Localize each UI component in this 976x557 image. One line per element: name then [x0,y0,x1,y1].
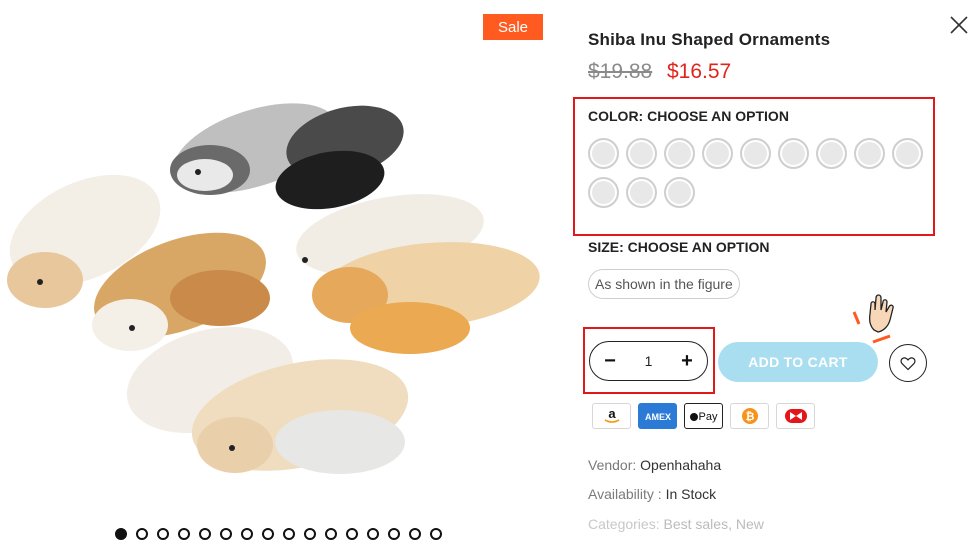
size-label: SIZE: CHOOSE AN OPTION [588,239,770,255]
vendor-label: Vendor: [588,457,637,473]
sale-price: $16.57 [667,60,732,83]
svg-text:AMEX: AMEX [644,412,670,422]
categories-label: Categories: [588,516,660,532]
apple-pay-icon: Pay [684,403,723,429]
categories-value[interactable]: Best sales, New [663,516,763,532]
slide-dot[interactable] [304,528,316,540]
payment-methods: a AMEX Pay ₿ [592,403,815,429]
slide-dots [115,528,442,540]
pointer-hand-icon [852,294,894,344]
vendor-value[interactable]: Openhahaha [640,457,721,473]
add-to-cart-button[interactable]: ADD TO CART [718,342,878,382]
slide-dot[interactable] [199,528,211,540]
svg-text:a: a [608,407,616,421]
slide-dot[interactable] [367,528,379,540]
slide-dot[interactable] [346,528,358,540]
slide-dot[interactable] [388,528,400,540]
vendor-row: Vendor: Openhahaha [588,457,721,473]
heart-icon [900,356,916,370]
color-swatch[interactable] [626,177,657,208]
color-swatch[interactable] [626,138,657,169]
slide-dot[interactable] [115,528,127,540]
slide-dot[interactable] [178,528,190,540]
slide-dot[interactable] [157,528,169,540]
bitcoin-icon: ₿ [730,403,769,429]
color-swatch[interactable] [740,138,771,169]
slide-dot[interactable] [409,528,421,540]
original-price: $19.88 [588,60,653,83]
amazon-icon: a [592,403,631,429]
slide-dot[interactable] [220,528,232,540]
color-swatch[interactable] [588,177,619,208]
quantity-stepper: − 1 + [589,341,708,381]
slide-dot[interactable] [325,528,337,540]
slide-dot[interactable] [241,528,253,540]
color-label: COLOR: CHOOSE AN OPTION [588,108,789,124]
availability-row: Availability : In Stock [588,486,716,502]
availability-label: Availability : [588,486,662,502]
svg-text:₿: ₿ [745,411,754,423]
color-swatch[interactable] [664,138,695,169]
slide-dot[interactable] [136,528,148,540]
color-swatch[interactable] [702,138,733,169]
color-swatch[interactable] [854,138,885,169]
size-option[interactable]: As shown in the figure [588,269,740,299]
wishlist-button[interactable] [889,344,927,382]
product-image[interactable] [0,70,570,510]
close-icon[interactable] [948,14,970,36]
color-swatches [588,138,933,208]
amex-icon: AMEX [638,403,677,429]
color-swatch[interactable] [664,177,695,208]
color-swatch[interactable] [778,138,809,169]
dankort-icon [776,403,815,429]
increase-quantity-button[interactable]: + [679,351,695,371]
color-swatch[interactable] [588,138,619,169]
availability-value: In Stock [665,486,717,502]
quantity-value[interactable]: 1 [645,353,653,369]
slide-dot[interactable] [430,528,442,540]
slide-dot[interactable] [283,528,295,540]
decrease-quantity-button[interactable]: − [602,351,618,371]
slide-dot[interactable] [262,528,274,540]
color-swatch[interactable] [816,138,847,169]
color-swatch[interactable] [892,138,923,169]
categories-row: Categories: Best sales, New [588,516,764,532]
svg-text:Pay: Pay [698,411,717,423]
sale-badge: Sale [483,14,543,40]
product-title: Shiba Inu Shaped Ornaments [588,30,831,49]
product-gallery: Sale [0,0,570,557]
